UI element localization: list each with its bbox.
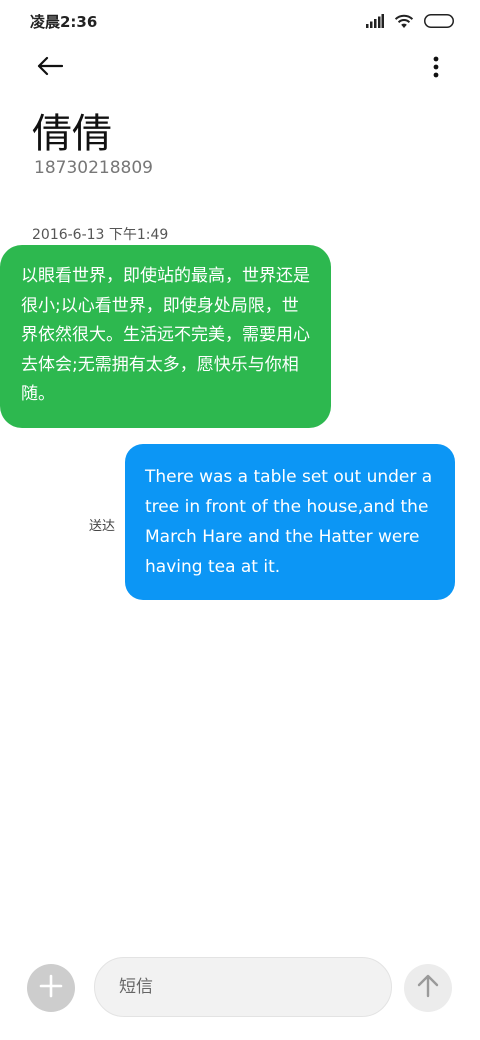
more-options-button[interactable] <box>428 54 444 84</box>
back-button[interactable] <box>30 52 70 84</box>
contact-name: 倩倩 <box>32 111 112 157</box>
signal-icon <box>366 14 384 28</box>
wifi-icon <box>394 14 414 29</box>
contact-number: 18730218809 <box>34 158 153 178</box>
delivery-status: 送达 <box>89 519 116 534</box>
received-message-text: 以眼看世界，即使站的最高，世界还是很小;以心看世界，即使身处局限，世界依然很大。… <box>21 266 310 404</box>
arrow-up-icon <box>417 974 439 1002</box>
plus-icon <box>39 974 63 1002</box>
status-time: 凌晨2:36 <box>30 13 98 31</box>
status-bar: 凌晨2:36 <box>0 0 480 42</box>
status-icons <box>366 12 454 30</box>
send-button[interactable] <box>404 964 452 1012</box>
arrow-left-icon <box>37 56 64 80</box>
message-input[interactable] <box>94 957 392 1017</box>
sent-message-text: There was a table set out under a tree i… <box>145 467 433 577</box>
sent-message-bubble[interactable]: There was a table set out under a tree i… <box>125 444 455 600</box>
add-attachment-button[interactable] <box>27 964 75 1012</box>
received-message-bubble[interactable]: 以眼看世界，即使站的最高，世界还是很小;以心看世界，即使身处局限，世界依然很大。… <box>0 245 331 428</box>
more-vertical-icon <box>433 56 439 82</box>
messaging-screen: 凌晨2:36 倩倩 18730218809 2016-6-13 下午1:49 以… <box>0 0 480 1040</box>
message-timestamp: 2016-6-13 下午1:49 <box>32 227 169 243</box>
battery-icon <box>424 14 454 28</box>
